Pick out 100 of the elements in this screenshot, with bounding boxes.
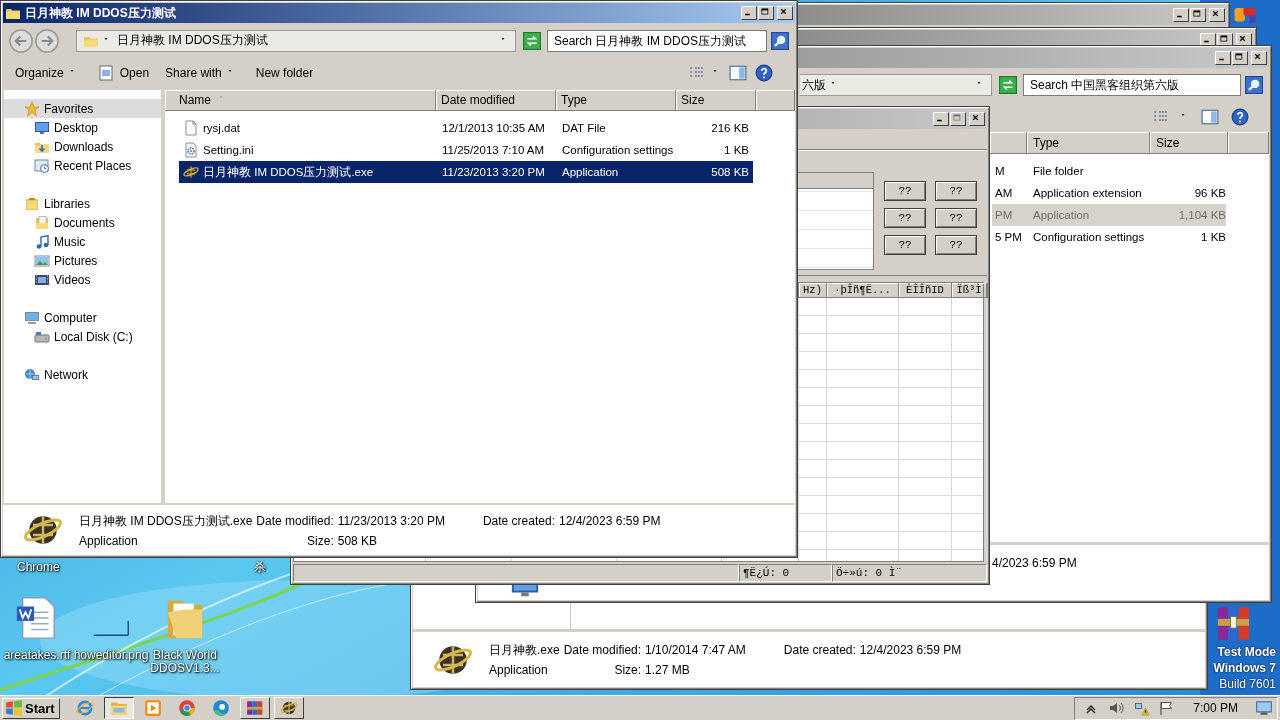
window-title: 日月神教 IM DDOS压力测试 <box>25 4 176 22</box>
date-modified: PM <box>994 209 1014 221</box>
file-row[interactable]: Setting.ini 11/25/2013 7:10 AM Configuration settings 1 KB <box>179 139 753 161</box>
maximize-button[interactable] <box>950 112 966 126</box>
action-button[interactable]: ?? <box>884 208 926 228</box>
minimize-button[interactable] <box>741 6 757 20</box>
flag-icon[interactable] <box>1158 700 1175 716</box>
column-header[interactable]: Hz) <box>799 283 827 298</box>
nav-item[interactable]: Videos <box>4 270 161 289</box>
address-bar[interactable]: 六版 <box>800 74 992 96</box>
close-button[interactable] <box>969 112 985 126</box>
file-row[interactable]: PM Application 1,104 KB <box>992 204 1226 226</box>
column-header[interactable]: Name <box>165 90 436 111</box>
close-button[interactable] <box>777 6 793 20</box>
field-label: Date created: <box>783 643 856 657</box>
menu-button[interactable]: Organize <box>11 64 82 82</box>
search-button[interactable] <box>1243 74 1265 96</box>
column-header[interactable]: Size <box>1150 132 1228 154</box>
file-row[interactable]: M File folder <box>992 160 1226 182</box>
nav-item[interactable]: Computer <box>4 308 161 327</box>
monitor-icon[interactable] <box>1255 699 1273 717</box>
document-icon <box>183 120 199 136</box>
close-button[interactable] <box>1209 8 1225 22</box>
nav-item[interactable]: Local Disk (C:) <box>4 327 161 346</box>
minimize-button[interactable] <box>933 112 949 126</box>
search-button[interactable] <box>769 29 791 52</box>
file-size: 1 KB <box>1200 231 1226 243</box>
help-icon[interactable] <box>755 64 773 82</box>
globe-icon <box>183 164 199 180</box>
preview-pane-icon[interactable] <box>1201 108 1219 126</box>
minimize-button[interactable] <box>1173 8 1189 22</box>
column-header[interactable]: Date modified <box>436 90 556 111</box>
file-type: Application <box>561 166 620 178</box>
monitor-icon <box>34 119 50 136</box>
close-button[interactable] <box>1251 51 1267 65</box>
pictures-icon <box>34 252 50 269</box>
search-icon <box>1245 76 1263 94</box>
nav-item[interactable]: Favorites <box>4 99 161 118</box>
action-button[interactable]: ?? <box>935 235 977 255</box>
file-type: File folder <box>1032 165 1085 177</box>
status-text: Ö÷»ú: 0 Ì¨ <box>832 564 987 582</box>
nav-item[interactable]: Pictures <box>4 251 161 270</box>
column-header[interactable]: Size <box>676 90 756 111</box>
file-row[interactable]: 日月神教 IM DDOS压力测试.exe 11/23/2013 3:20 PM Application 508 KB <box>179 161 753 183</box>
chrome-browser-icon <box>177 699 196 717</box>
field-label: Date modified: <box>563 643 642 657</box>
toolbar-button[interactable]: New folder <box>251 64 318 82</box>
action-button[interactable]: ?? <box>935 181 977 201</box>
file-row[interactable]: AM Application extension 96 KB <box>992 182 1226 204</box>
nav-item[interactable]: Downloads <box>4 137 161 156</box>
nav-item[interactable]: Desktop <box>4 118 161 137</box>
refresh-button[interactable] <box>997 74 1019 96</box>
column-header[interactable]: Type <box>556 90 676 111</box>
column-header[interactable]: Type <box>1027 132 1150 154</box>
taskbar-button[interactable] <box>103 697 134 719</box>
clock[interactable]: 7:00 PM <box>1193 701 1238 715</box>
minimize-button[interactable] <box>1215 51 1231 65</box>
field-label: Size: <box>306 533 334 548</box>
back-button[interactable] <box>8 27 34 54</box>
refresh-button[interactable] <box>521 29 543 52</box>
search-field[interactable]: Search 日月神教 IM DDOS压力测试 <box>547 29 767 52</box>
field-value: 12/4/2023 6:59 PM <box>559 513 661 528</box>
help-icon[interactable] <box>1231 108 1249 126</box>
network-warning-icon[interactable] <box>1133 700 1150 716</box>
field-label: Size: <box>613 663 642 677</box>
file-type: Application <box>79 533 139 548</box>
start-button[interactable]: Start <box>2 697 60 719</box>
nav-item[interactable]: Recent Places <box>4 156 161 175</box>
maximize-button[interactable] <box>1190 8 1206 22</box>
globe-icon <box>279 699 298 717</box>
nav-item[interactable]: Music <box>4 232 161 251</box>
file-size: 1,104 KB <box>1177 209 1226 221</box>
file-size: 216 KB <box>710 122 750 134</box>
column-header[interactable]: ·þÎñ¶Ë... <box>827 283 899 298</box>
address-bar[interactable]: 日月神教 IM DDOS压力测试 <box>76 29 516 52</box>
toolbar-button[interactable]: Open <box>93 63 154 83</box>
search-field[interactable]: Search 中国黑客组织第六版 <box>1023 74 1241 96</box>
menu-button[interactable]: Share with <box>161 64 240 82</box>
action-button[interactable]: ?? <box>884 235 926 255</box>
file-row[interactable]: 5 PM Configuration settings 1 KB <box>992 226 1226 248</box>
file-row[interactable]: rysj.dat 12/1/2013 10:35 AM DAT File 216 KB <box>179 117 753 139</box>
open-file-icon <box>97 65 114 81</box>
action-button[interactable]: ?? <box>884 181 926 201</box>
speaker-icon[interactable] <box>1108 700 1125 716</box>
date-modified: 5 PM <box>994 231 1023 243</box>
nav-item[interactable]: Documents <box>4 213 161 232</box>
preview-pane-icon[interactable] <box>729 64 747 82</box>
archive-books-icon <box>245 699 264 717</box>
column-header[interactable]: Ïß³Ì <box>952 283 987 298</box>
maximize-button[interactable] <box>758 6 774 20</box>
column-header[interactable]: ÈÎÎñID <box>899 283 952 298</box>
date-modified: 11/23/2013 3:20 PM <box>441 166 546 178</box>
refresh-icon <box>523 31 541 50</box>
maximize-button[interactable] <box>1232 51 1248 65</box>
documents-icon <box>34 214 50 231</box>
settings-file-icon <box>183 142 199 158</box>
nav-item[interactable]: Libraries <box>4 194 161 213</box>
forward-button[interactable] <box>34 27 60 54</box>
nav-item[interactable]: Network <box>4 365 161 384</box>
action-button[interactable]: ?? <box>935 208 977 228</box>
